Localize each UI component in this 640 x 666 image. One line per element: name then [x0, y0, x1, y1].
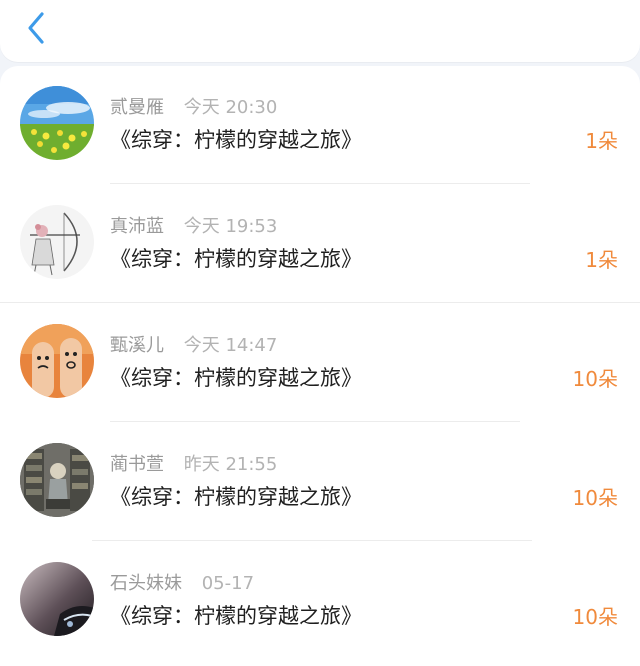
- gift-amount: 1朵: [585, 248, 618, 272]
- list-item[interactable]: 贰曼雁 今天 20:30 《综穿：柠檬的穿越之旅》 1朵: [0, 66, 640, 185]
- landscape-flowers-avatar: [20, 86, 94, 160]
- sender-meta: 真沛蓝 今天 19:53: [110, 212, 277, 238]
- sender-name: 蔺书萱: [110, 454, 164, 475]
- sender-name: 石头妹妹: [110, 573, 182, 594]
- gift-amount: 1朵: [585, 129, 618, 153]
- archer-girl-avatar: [20, 205, 94, 279]
- anime-library-avatar: [20, 443, 94, 517]
- book-title: 《综穿：柠檬的穿越之旅》: [110, 604, 362, 628]
- send-time: 今天 19:53: [183, 216, 278, 237]
- gift-amount: 10朵: [572, 486, 618, 510]
- avatar[interactable]: [20, 86, 94, 160]
- send-time: 昨天 21:55: [183, 454, 278, 475]
- book-title: 《综穿：柠檬的穿越之旅》: [110, 128, 362, 152]
- avatar[interactable]: [20, 205, 94, 279]
- list-item[interactable]: 真沛蓝 今天 19:53 《综穿：柠檬的穿越之旅》 1朵: [0, 185, 640, 304]
- gift-amount: 10朵: [572, 605, 618, 629]
- gift-record-list: 贰曼雁 今天 20:30 《综穿：柠檬的穿越之旅》 1朵 真沛蓝 今天 19:5…: [0, 66, 640, 666]
- sender-meta: 贰曼雁 今天 20:30: [110, 93, 277, 119]
- avatar[interactable]: [20, 443, 94, 517]
- send-time: 05-17: [201, 573, 255, 594]
- gift-amount: 10朵: [572, 367, 618, 391]
- avatar[interactable]: [20, 324, 94, 398]
- sender-name: 贰曼雁: [110, 97, 164, 118]
- finger-faces-avatar: [20, 324, 94, 398]
- divider: [0, 302, 640, 303]
- book-title: 《综穿：柠檬的穿越之旅》: [110, 366, 362, 390]
- send-time: 今天 20:30: [183, 97, 278, 118]
- sender-meta: 石头妹妹 05-17: [110, 569, 254, 595]
- divider: [92, 540, 532, 541]
- list-item[interactable]: 蔺书萱 昨天 21:55 《综穿：柠檬的穿越之旅》 10朵: [0, 423, 640, 542]
- back-button[interactable]: [22, 10, 54, 46]
- chevron-left-icon: [28, 12, 44, 44]
- top-navigation-bar: [0, 0, 640, 62]
- divider: [110, 183, 530, 184]
- sender-meta: 甄溪儿 今天 14:47: [110, 331, 277, 357]
- sender-name: 甄溪儿: [110, 335, 164, 356]
- divider: [110, 421, 520, 422]
- send-time: 今天 14:47: [183, 335, 278, 356]
- sender-name: 真沛蓝: [110, 216, 164, 237]
- list-item[interactable]: 甄溪儿 今天 14:47 《综穿：柠檬的穿越之旅》 10朵: [0, 304, 640, 423]
- book-title: 《综穿：柠檬的穿越之旅》: [110, 247, 362, 271]
- avatar[interactable]: [20, 562, 94, 636]
- sender-meta: 蔺书萱 昨天 21:55: [110, 450, 277, 476]
- book-title: 《综穿：柠檬的穿越之旅》: [110, 485, 362, 509]
- list-item[interactable]: 石头妹妹 05-17 《综穿：柠檬的穿越之旅》 10朵: [0, 542, 640, 661]
- dark-photo-avatar: [20, 562, 94, 636]
